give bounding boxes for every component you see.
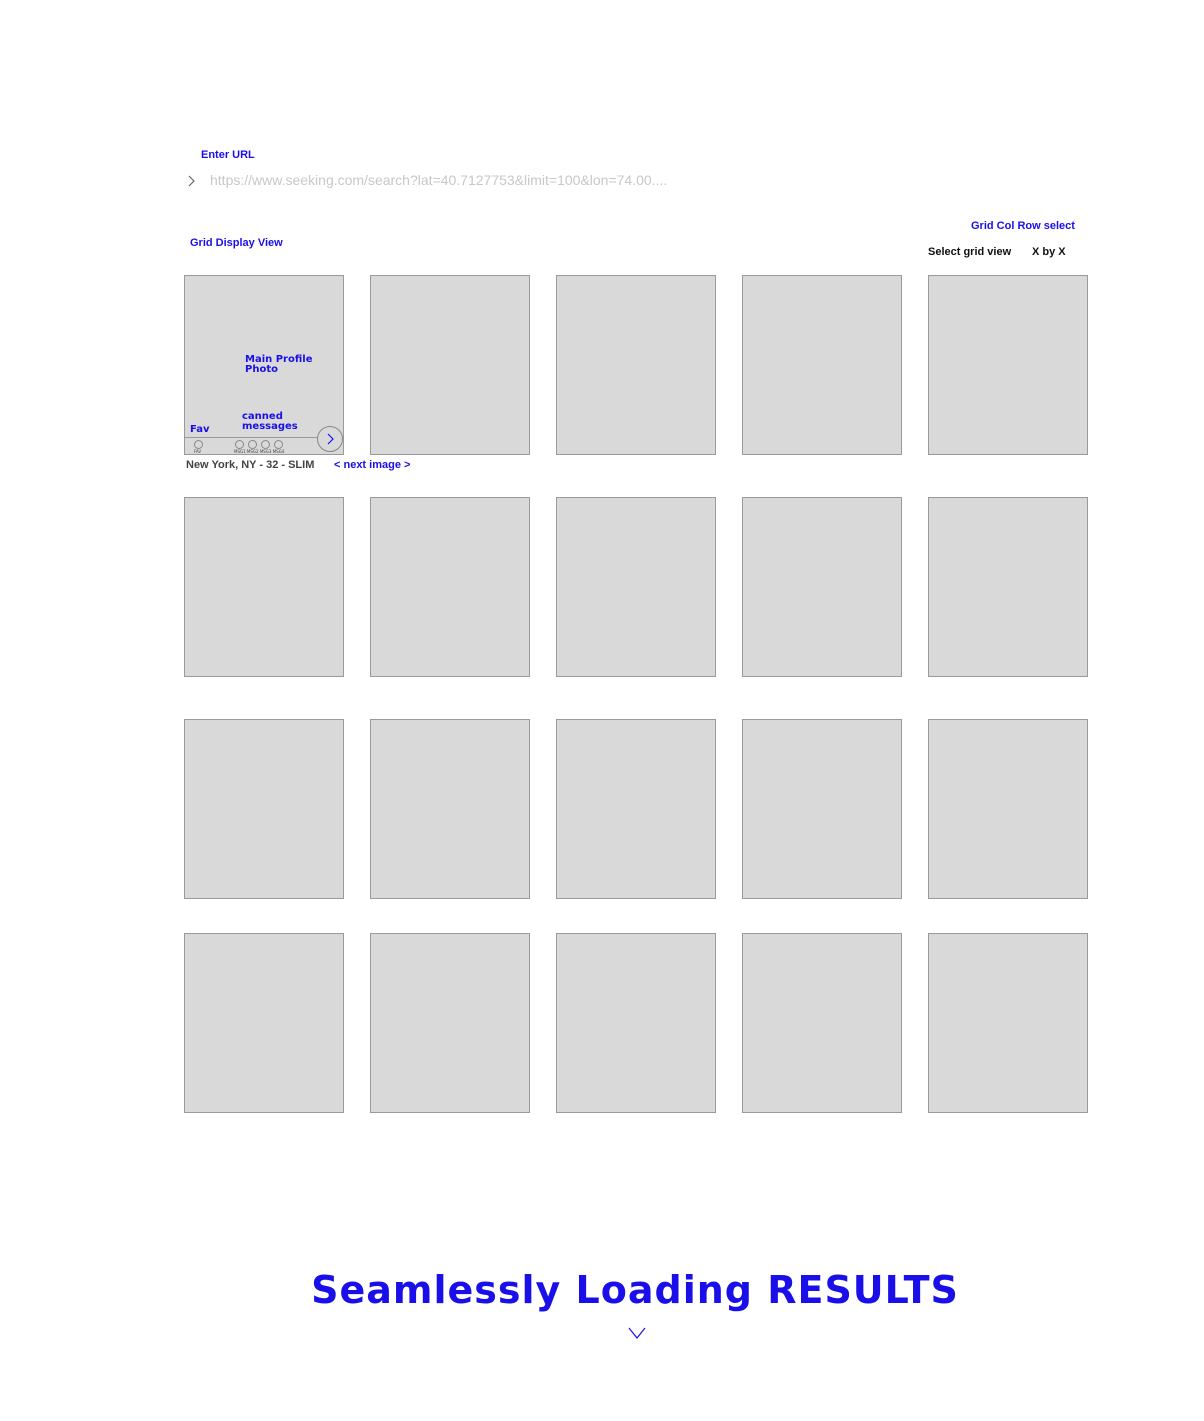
next-image-link[interactable]: < next image > [334,459,410,471]
profile-tile[interactable]: Main Profile Photo canned messages Fav F… [184,275,344,455]
msg1-button[interactable] [235,440,244,449]
select-grid-view-label: Select grid view [928,246,1012,258]
profile-tile[interactable] [184,933,344,1113]
grid-display-view-label: Grid Display View [190,237,283,249]
grid-col-row-annotation: Grid Col Row select [971,220,1075,232]
profile-tile[interactable] [742,275,902,455]
enter-url-label: Enter URL [201,149,255,161]
profile-tile[interactable] [370,275,530,455]
msg-small-labels: MSG1 MSG2 MSG3 MSG4 [234,449,285,454]
canned-messages-annotation: canned messages [242,412,298,432]
profile-tile[interactable] [556,933,716,1113]
main-photo-label-line2: Photo [245,364,278,375]
profile-tile[interactable] [742,933,902,1113]
fav-annotation: Fav [190,424,210,435]
msg3-button[interactable] [261,440,270,449]
main-photo-annotation: Main Profile Photo [245,355,312,375]
chevron-right-icon [327,433,334,445]
grid-size-select[interactable]: X by X [1032,246,1066,258]
msg2-button[interactable] [248,440,257,449]
loading-title: Seamlessly Loading RESULTS [311,1268,959,1312]
profile-tile[interactable] [556,275,716,455]
fav-button[interactable] [194,440,203,449]
profile-tile[interactable] [742,497,902,677]
profile-tile[interactable] [370,497,530,677]
url-input[interactable] [206,172,774,188]
profile-tile[interactable] [184,719,344,899]
next-image-button[interactable] [317,426,343,452]
profile-tile[interactable] [928,933,1088,1113]
profile-caption: New York, NY - 32 - SLIM [186,459,315,471]
chevron-right-icon [186,174,200,190]
profile-tile[interactable] [556,497,716,677]
url-bar [186,170,786,196]
profile-tile[interactable] [928,497,1088,677]
profile-tile[interactable] [928,719,1088,899]
profile-tile[interactable] [556,719,716,899]
profile-tile[interactable] [184,497,344,677]
fav-small-label: FAV [194,449,202,454]
msg4-button[interactable] [274,440,283,449]
profile-tile[interactable] [928,275,1088,455]
profile-tile[interactable] [370,719,530,899]
profile-tile[interactable] [370,933,530,1113]
canned-label-line2: messages [242,421,298,432]
profile-tile[interactable] [742,719,902,899]
chevron-down-icon[interactable] [627,1326,647,1340]
